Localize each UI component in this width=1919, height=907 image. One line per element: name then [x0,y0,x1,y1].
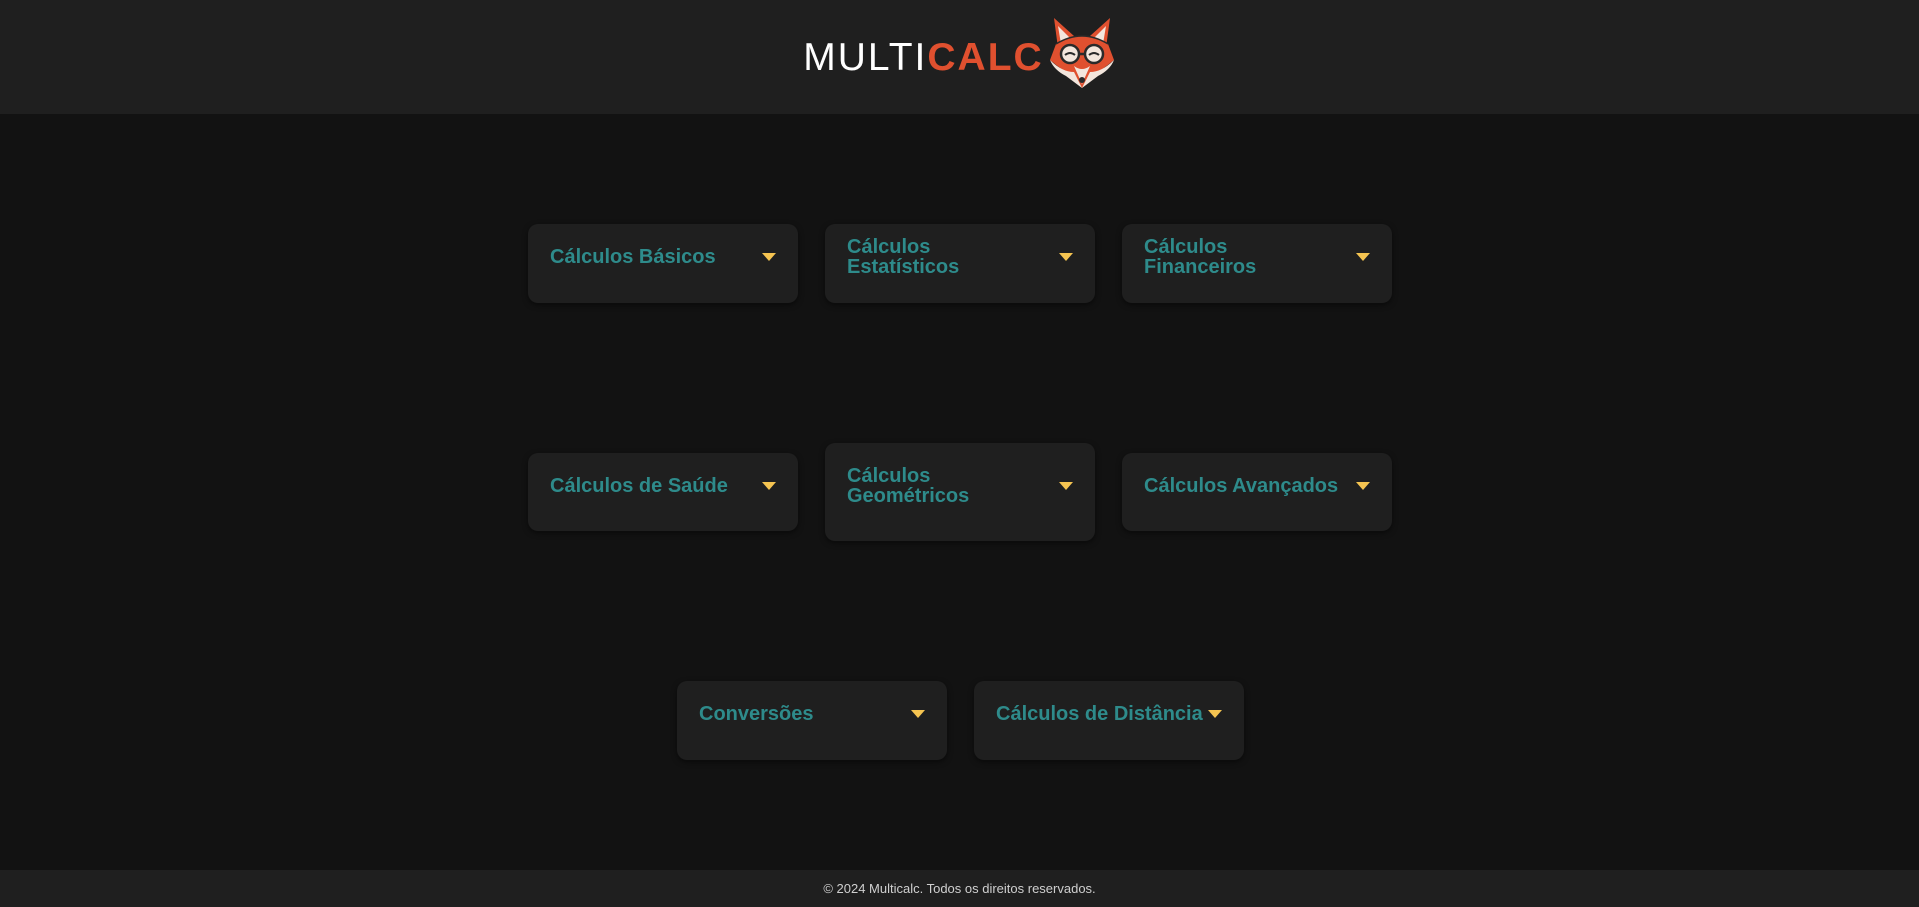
category-card-conversoes[interactable]: Conversões [677,681,947,760]
caret-down-icon [1356,482,1370,490]
category-card-geometricos[interactable]: Cálculos Geométricos [825,443,1095,541]
category-card-saude[interactable]: Cálculos de Saúde [528,453,798,531]
category-label: Cálculos Básicos [550,245,716,268]
logo-calc: CALC [927,35,1044,79]
category-label: Cálculos Geométricos [847,465,970,507]
category-card-distancia[interactable]: Cálculos de Distância [974,681,1244,760]
site-header: MULTICALC [0,0,1919,114]
caret-down-icon [1059,252,1073,261]
site-footer: © 2024 Multicalc. Todos os direitos rese… [0,870,1919,907]
logo-text: MULTICALC [803,38,1043,77]
logo[interactable]: MULTICALC [803,0,1119,114]
caret-down-icon [1059,482,1073,490]
category-label: Conversões [699,702,814,725]
category-label: Cálculos Estatísticos [847,235,960,278]
caret-down-icon [762,482,776,490]
category-label: Cálculos de Distância [996,702,1203,725]
category-label: Cálculos Avançados [1144,475,1339,497]
fox-with-glasses-icon [1049,18,1114,88]
caret-down-icon [1356,252,1370,261]
category-card-basicos[interactable]: Cálculos Básicos [528,224,798,303]
logo-multi: MULTI [803,35,928,79]
caret-down-icon [911,709,925,718]
category-card-financeiros[interactable]: Cálculos Financeiros [1122,224,1392,303]
copyright-text: © 2024 Multicalc. Todos os direitos rese… [823,881,1096,896]
category-label: Cálculos de Saúde [550,475,728,497]
category-card-estatisticos[interactable]: Cálculos Estatísticos [825,224,1095,303]
caret-down-icon [1208,709,1222,718]
category-label: Cálculos Financeiros [1144,235,1257,278]
category-card-avancados[interactable]: Cálculos Avançados [1122,453,1392,531]
caret-down-icon [762,252,776,261]
